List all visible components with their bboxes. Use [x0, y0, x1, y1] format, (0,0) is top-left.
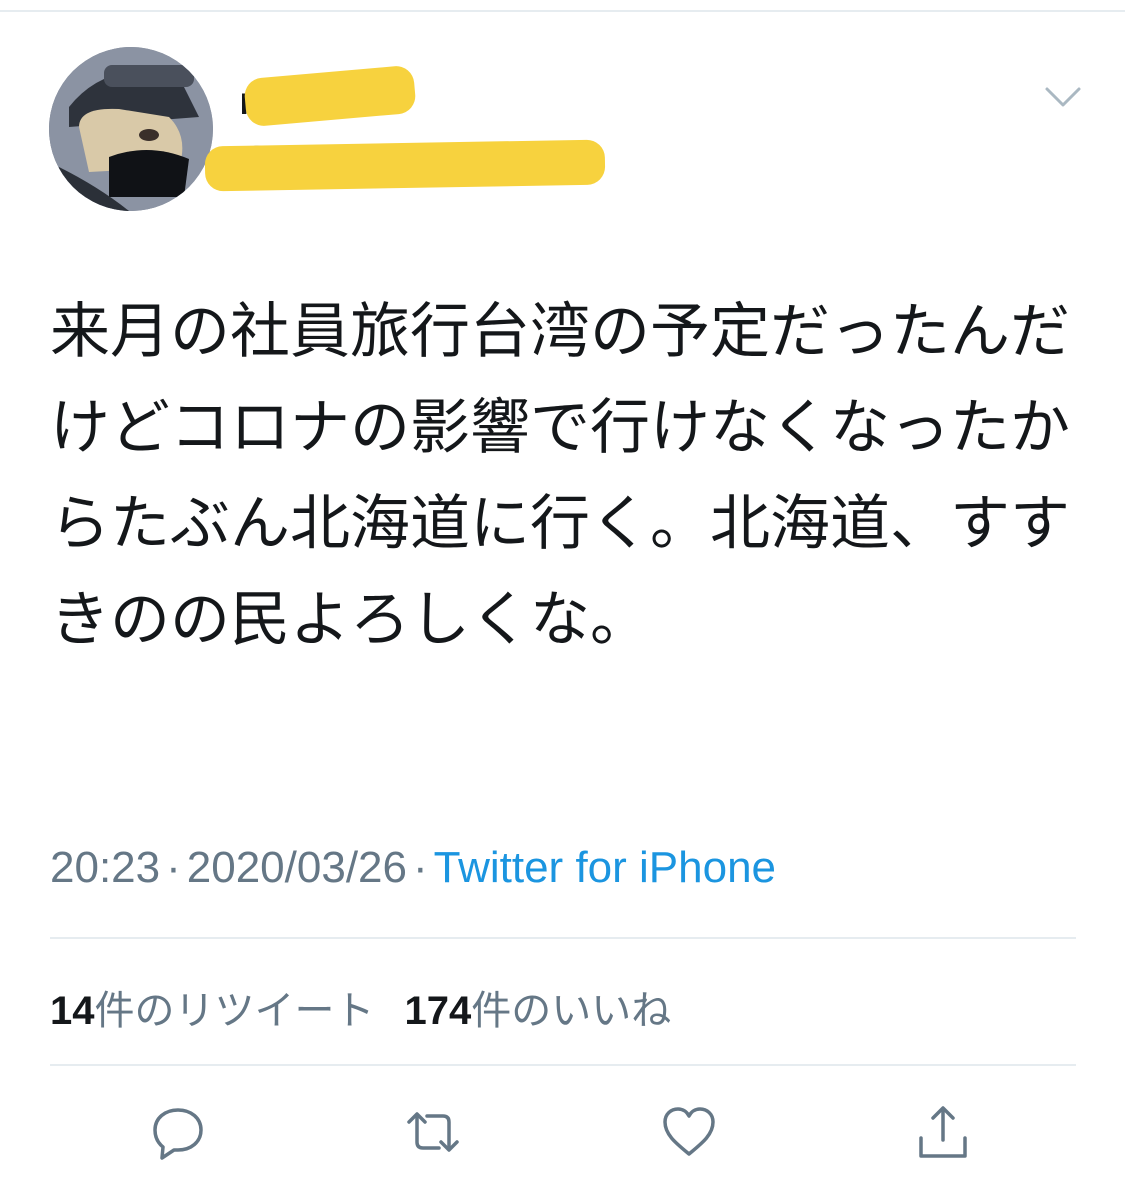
redaction-name — [243, 64, 417, 128]
share-icon[interactable] — [911, 1100, 975, 1164]
retweet-label: 件のリツイート — [94, 989, 375, 1033]
like-count: 174 — [404, 989, 472, 1033]
retweet-count: 14 — [50, 989, 95, 1033]
divider — [50, 937, 1076, 939]
meta-separator: · — [412, 843, 428, 892]
retweet-icon[interactable] — [401, 1100, 465, 1164]
tweet-stats: 14件のリツイート 174件のいいね — [50, 978, 671, 1036]
tweet-date: 2020/03/26 — [186, 843, 407, 892]
tweet-source-link[interactable]: Twitter for iPhone — [434, 843, 776, 892]
avatar[interactable] — [49, 47, 213, 211]
chevron-down-icon[interactable] — [1044, 84, 1082, 110]
retweets-stat[interactable]: 14件のリツイート — [50, 989, 375, 1033]
meta-separator: · — [166, 843, 181, 892]
tweet-text: 来月の社員旅行台湾の予定だったんだけどコロナの影響で行けなくなったからたぶん北海… — [50, 297, 1070, 655]
like-label: 件のいいね — [471, 989, 672, 1033]
redaction-handle — [204, 139, 606, 192]
heart-icon[interactable] — [657, 1100, 721, 1164]
likes-stat[interactable]: 174件のいいね — [405, 989, 672, 1033]
top-divider — [0, 10, 1125, 12]
tweet-time: 20:23 — [50, 843, 161, 892]
tweet-meta: 20:23 · 2020/03/26 · Twitter for iPhone — [50, 843, 776, 893]
divider — [50, 1064, 1076, 1066]
avatar-image — [49, 47, 213, 211]
reply-icon[interactable] — [146, 1100, 210, 1164]
